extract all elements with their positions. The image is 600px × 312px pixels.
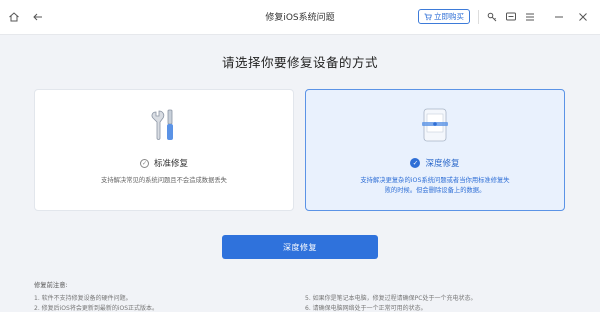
deep-repair-card[interactable]: ✓ 深度修复 支持解决更复杂的iOS系统问题或者当你用标准修复失 败的时候。但会… bbox=[305, 89, 565, 211]
feedback-icon[interactable] bbox=[503, 9, 519, 25]
device-repair-icon bbox=[422, 108, 448, 142]
deep-repair-description: 支持解决更复杂的iOS系统问题或者当你用标准修复失 败的时候。但会删除设备上的数… bbox=[336, 176, 534, 196]
close-icon[interactable] bbox=[575, 9, 591, 25]
minimize-icon[interactable] bbox=[551, 9, 567, 25]
standard-repair-title-row: ✓ 标准修复 bbox=[35, 157, 293, 169]
checked-circle-icon: ✓ bbox=[410, 158, 421, 168]
key-icon[interactable] bbox=[484, 9, 500, 25]
buy-now-button[interactable]: 立即购买 bbox=[418, 9, 470, 24]
note-item: 6. 请确保电脑网络处于一个正常可用的状态。 bbox=[305, 305, 427, 312]
deep-repair-button[interactable]: 深度修复 bbox=[222, 235, 378, 259]
page-heading: 请选择你要修复设备的方式 bbox=[221, 55, 378, 70]
note-item: 2. 修复后iOS将会更新到最新的iOS正式版本。 bbox=[34, 305, 159, 312]
tools-icon bbox=[151, 109, 173, 140]
note-item: 1. 软件不支持修复设备的硬件问题。 bbox=[34, 295, 132, 302]
deep-repair-description-line-1: 支持解决更复杂的iOS系统问题或者当你用标准修复失 bbox=[360, 177, 510, 184]
buy-now-label: 立即购买 bbox=[434, 12, 464, 21]
deep-repair-description-line-2: 败的时候。但会删除设备上的数据。 bbox=[384, 187, 486, 194]
title-bar: 修复iOS系统问题 立即购买 bbox=[0, 0, 600, 35]
standard-repair-description: 支持解决常见的系统问题且不会造成数据丢失 bbox=[101, 177, 227, 184]
cart-icon bbox=[424, 13, 432, 20]
note-item: 5. 如果你是笔记本电脑，修复过程请确保PC处于一个充电状态。 bbox=[305, 295, 477, 302]
deep-repair-title-row: ✓ 深度修复 bbox=[306, 157, 564, 169]
standard-repair-card[interactable]: ✓ 标准修复 支持解决常见的系统问题且不会造成数据丢失 bbox=[34, 89, 294, 211]
menu-icon[interactable] bbox=[522, 9, 538, 25]
notes-title: 修复前注意: bbox=[34, 282, 68, 289]
standard-repair-title: 标准修复 bbox=[153, 159, 188, 169]
deep-repair-title: 深度修复 bbox=[425, 159, 460, 169]
unchecked-circle-icon: ✓ bbox=[139, 158, 149, 168]
toolbar-divider bbox=[478, 10, 479, 24]
